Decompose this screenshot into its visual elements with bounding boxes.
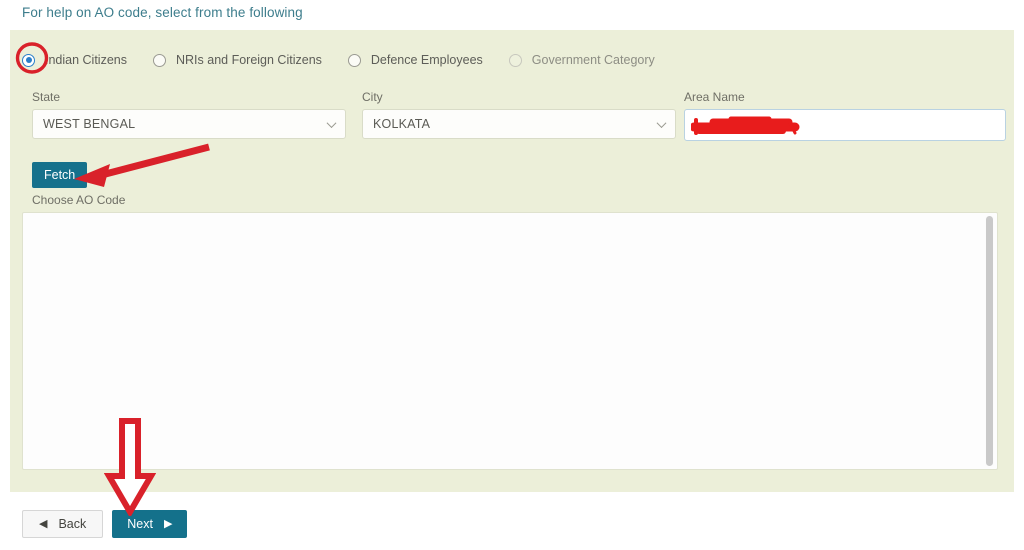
wizard-navigation: ◀ Back Next ▶ (22, 510, 188, 538)
back-button-label: Back (58, 517, 87, 531)
state-select[interactable]: WEST BENGAL (32, 109, 346, 139)
radio-label-nris-foreign-citizens: NRIs and Foreign Citizens (176, 53, 322, 67)
city-select[interactable]: KOLKATA (362, 109, 676, 139)
radio-label-government-category: Government Category (531, 53, 655, 67)
state-field: State WEST BENGAL (32, 90, 346, 139)
page-title: For help on AO code, select from the fol… (22, 5, 303, 20)
redaction-scribble-icon (691, 116, 800, 135)
ao-code-listbox[interactable] (22, 212, 998, 470)
radio-option-indian-citizens[interactable]: Indian Citizens (22, 53, 127, 67)
state-label: State (32, 90, 61, 104)
radio-option-defence-employees[interactable]: Defence Employees (347, 53, 483, 67)
city-field: City KOLKATA (362, 90, 676, 139)
fetch-button[interactable]: Fetch (32, 162, 88, 188)
radio-option-nris-foreign-citizens[interactable]: NRIs and Foreign Citizens (153, 53, 322, 67)
arrow-right-icon: ▶ (163, 517, 173, 530)
next-button-label: Next (127, 517, 153, 531)
citizen-category-radio-group: Indian Citizens NRIs and Foreign Citizen… (22, 46, 681, 74)
arrow-left-icon: ◀ (39, 517, 48, 530)
area-name-input[interactable] (684, 109, 1006, 141)
city-label: City (362, 90, 383, 104)
radio-label-indian-citizens: Indian Citizens (45, 53, 127, 67)
radio-icon-defence-employees[interactable] (347, 53, 361, 67)
chevron-down-icon[interactable] (656, 118, 667, 129)
radio-icon-indian-citizens[interactable] (22, 53, 35, 67)
city-value: KOLKATA (373, 117, 431, 131)
area-name-field: Area Name (684, 90, 1006, 141)
state-value: WEST BENGAL (43, 117, 136, 131)
radio-icon-government-category[interactable] (508, 53, 522, 67)
radio-option-government-category[interactable]: Government Category (508, 53, 655, 67)
radio-icon-nris-foreign-citizens[interactable] (153, 53, 166, 67)
area-name-label: Area Name (684, 90, 745, 104)
ao-code-panel: Indian Citizens NRIs and Foreign Citizen… (10, 30, 1014, 492)
next-button[interactable]: Next ▶ (112, 510, 188, 538)
choose-ao-code-label: Choose AO Code (32, 193, 126, 207)
radio-label-defence-employees: Defence Employees (370, 53, 483, 67)
chevron-down-icon[interactable] (326, 118, 337, 129)
listbox-scrollbar[interactable] (985, 216, 994, 466)
back-button[interactable]: ◀ Back (22, 510, 104, 538)
listbox-scrollbar-thumb[interactable] (986, 216, 993, 466)
